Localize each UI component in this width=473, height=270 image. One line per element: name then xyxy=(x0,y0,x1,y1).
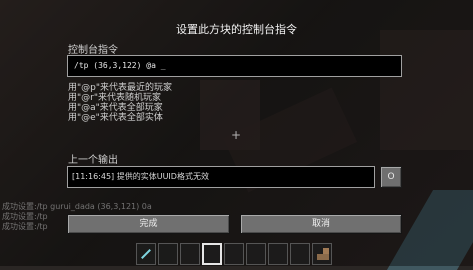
hotbar-slot-selected[interactable] xyxy=(202,243,222,265)
stairs-icon xyxy=(317,248,329,260)
hotbar-slot[interactable] xyxy=(180,243,200,265)
previous-output-field: [11:16:45] 提供的实体UUID格式无效 xyxy=(67,166,375,188)
output-toggle-button[interactable]: O xyxy=(380,166,402,188)
output-label: 上一个输出 xyxy=(68,155,118,166)
done-button[interactable]: 完成 xyxy=(67,214,230,234)
hotbar xyxy=(136,243,336,266)
hotbar-slot[interactable] xyxy=(290,243,310,265)
hint-line: 用"@p"来代表最近的玩家 xyxy=(68,83,172,93)
hotbar-slot[interactable] xyxy=(246,243,266,265)
crosshair: + xyxy=(231,128,242,142)
hotbar-slot[interactable] xyxy=(268,243,288,265)
command-input[interactable]: /tp (36,3,122) @a _ xyxy=(67,55,402,77)
cancel-button[interactable]: 取消 xyxy=(240,214,402,234)
diamond-sword-icon xyxy=(141,249,151,259)
hint-line: 用"@a"来代表全部玩家 xyxy=(68,103,163,113)
chat-line: 成功设置:/tp gurui_dada (36,3,121) 0a xyxy=(2,202,152,211)
selector-hints: 用"@p"来代表最近的玩家 用"@r"来代表随机玩家 用"@a"来代表全部玩家 … xyxy=(68,83,172,123)
hotbar-slot[interactable] xyxy=(158,243,178,265)
command-label: 控制台指令 xyxy=(68,45,118,56)
hint-line: 用"@e"来代表全部实体 xyxy=(68,113,163,123)
hotbar-slot[interactable] xyxy=(224,243,244,265)
hotbar-slot[interactable] xyxy=(312,243,332,265)
hotbar-slot[interactable] xyxy=(136,243,156,265)
dialog-title: 设置此方块的控制台指令 xyxy=(176,23,297,36)
hint-line: 用"@r"来代表随机玩家 xyxy=(68,93,161,103)
